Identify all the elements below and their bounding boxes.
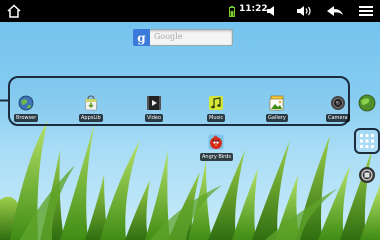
app-label: AppsLib [79,114,103,122]
dock-app-appslib[interactable]: AppsLib [79,95,103,122]
status-bar: 11:22 [0,0,380,22]
globe-icon [358,94,376,112]
all-apps-button[interactable] [354,128,380,154]
dock-app-browser[interactable]: Browser [14,95,39,122]
music-note-icon [209,96,224,110]
app-label: Video [145,114,164,122]
desktop-app-angry-birds[interactable]: Angry Birds [200,134,233,161]
globe-icon [18,95,34,111]
shopping-bag-icon [85,95,97,111]
back-icon[interactable] [324,0,346,22]
home-icon[interactable] [4,0,24,22]
side-globe-button[interactable] [354,90,380,116]
camera-icon [330,96,345,110]
search-placeholder: Google [154,32,183,41]
volume-up-icon[interactable] [294,0,316,22]
all-apps-grid-icon [360,134,374,148]
app-label: Gallery [266,114,288,122]
app-label: Camera [326,114,350,122]
angry-bird-icon [208,134,224,150]
google-search-widget[interactable]: g Google [133,29,233,46]
media-button-icon [359,167,375,183]
battery-icon [228,0,236,22]
dock-app-gallery[interactable]: Gallery [266,95,288,122]
gallery-icon [269,95,284,111]
home-screen: 11:22 g Google Browser AppsLib Video Mus… [0,0,380,240]
app-label: Angry Birds [200,153,233,161]
google-logo-icon[interactable]: g [133,29,150,46]
video-icon [147,96,161,110]
dock-app-camera[interactable]: Camera [326,95,350,122]
dock-app-video[interactable]: Video [145,95,164,122]
app-dock: Browser AppsLib Video Music Gallery Came… [8,76,350,126]
side-media-button[interactable] [354,162,380,188]
app-label: Browser [14,114,39,122]
menu-icon[interactable] [357,0,375,22]
dock-app-music[interactable]: Music [207,95,226,122]
volume-down-icon[interactable] [264,0,280,22]
app-label: Music [207,114,226,122]
